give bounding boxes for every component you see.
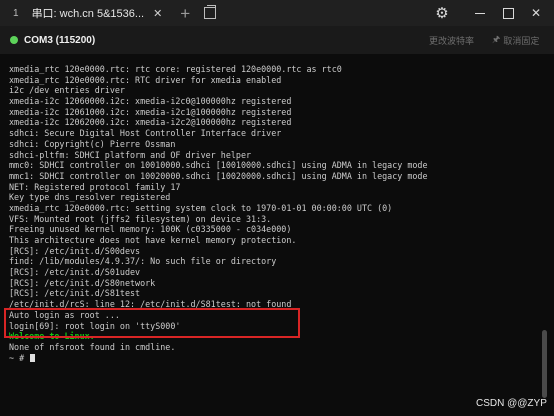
terminal-line: VFS: Mounted root (jffs2 filesystem) on …: [9, 213, 272, 224]
terminal-line: [RCS]: /etc/init.d/S80network: [9, 277, 156, 288]
terminal-line: NET: Registered protocol family 17: [9, 181, 181, 192]
terminal-line: mmc1: SDHCI controller on 10020000.sdhci…: [9, 170, 428, 181]
terminal-line: Key type dns_resolver registered: [9, 192, 171, 203]
terminal-line: xmedia_rtc 120e0000.rtc: setting system …: [9, 202, 393, 213]
unpin-button[interactable]: 🖈 取消固定: [492, 26, 539, 54]
tab-number: 1: [13, 7, 19, 19]
terminal-output[interactable]: xmedia_rtc 120e0000.rtc: rtc core: regis…: [0, 54, 538, 416]
connection-label: COM3 (115200): [24, 34, 96, 46]
change-baud-button[interactable]: 更改波特率: [429, 26, 474, 54]
terminal-line: xmedia-i2c 12060000.i2c: xmedia-i2c0@100…: [9, 96, 292, 107]
maximize-icon: [502, 7, 514, 19]
minimize-icon: [475, 12, 485, 14]
terminal-line: xmedia-i2c 12061000.i2c: xmedia-i2c1@100…: [9, 106, 292, 117]
terminal-line: sdhci: Copyright(c) Pierre Ossman: [9, 138, 176, 149]
window-layout-icon[interactable]: [204, 5, 217, 19]
terminal-line: i2c /dev entries driver: [9, 85, 125, 96]
connection-status-icon: [10, 36, 18, 44]
terminal-line: xmedia_rtc 120e0000.rtc: RTC driver for …: [9, 74, 282, 85]
maximize-button[interactable]: [497, 0, 519, 26]
terminal-line: sdhci-pltfm: SDHCI platform and OF drive…: [9, 149, 252, 160]
tab-close-icon[interactable]: ✕: [153, 7, 162, 20]
gear-icon[interactable]: ⚙: [432, 0, 452, 26]
close-window-button[interactable]: ✕: [525, 0, 547, 26]
title-bar: 1 串口: wch.cn 5&1536... ✕ + ⚙ ✕: [0, 0, 554, 26]
terminal-line: sdhci: Secure Digital Host Controller In…: [9, 128, 282, 139]
connection-toolbar: COM3 (115200) 更改波特率 🖈 取消固定: [0, 26, 554, 54]
terminal-line: find: /lib/modules/4.9.37/: No such file…: [9, 256, 277, 267]
scrollbar-thumb[interactable]: [542, 330, 547, 398]
new-tab-icon[interactable]: +: [180, 5, 190, 22]
pin-icon: 🖈: [492, 34, 501, 44]
minimize-button[interactable]: [469, 0, 491, 26]
watermark-text: CSDN @@ZYP: [476, 398, 547, 409]
terminal-line: [RCS]: /etc/init.d/S00devs: [9, 245, 141, 256]
terminal-line: xmedia-i2c 12062000.i2c: xmedia-i2c2@100…: [9, 117, 292, 128]
terminal-cursor: [30, 353, 36, 362]
tab-serial-port[interactable]: 串口: wch.cn 5&1536...: [32, 5, 145, 21]
terminal-line: [RCS]: /etc/init.d/S01udev: [9, 267, 141, 278]
terminal-line: ~ #: [9, 353, 538, 364]
terminal-line: xmedia_rtc 120e0000.rtc: rtc core: regis…: [9, 64, 342, 74]
terminal-line: Freeing unused kernel memory: 100K (c033…: [9, 224, 292, 235]
terminal-line: None of nfsroot found in cmdline.: [9, 341, 176, 352]
terminal-line: This architecture does not have kernel m…: [9, 235, 297, 245]
terminal-line: mmc0: SDHCI controller on 10010000.sdhci…: [9, 160, 428, 171]
terminal-line: [RCS]: /etc/init.d/S81test: [9, 288, 141, 299]
unpin-label: 取消固定: [503, 35, 540, 46]
error-highlight-box: [4, 308, 300, 338]
